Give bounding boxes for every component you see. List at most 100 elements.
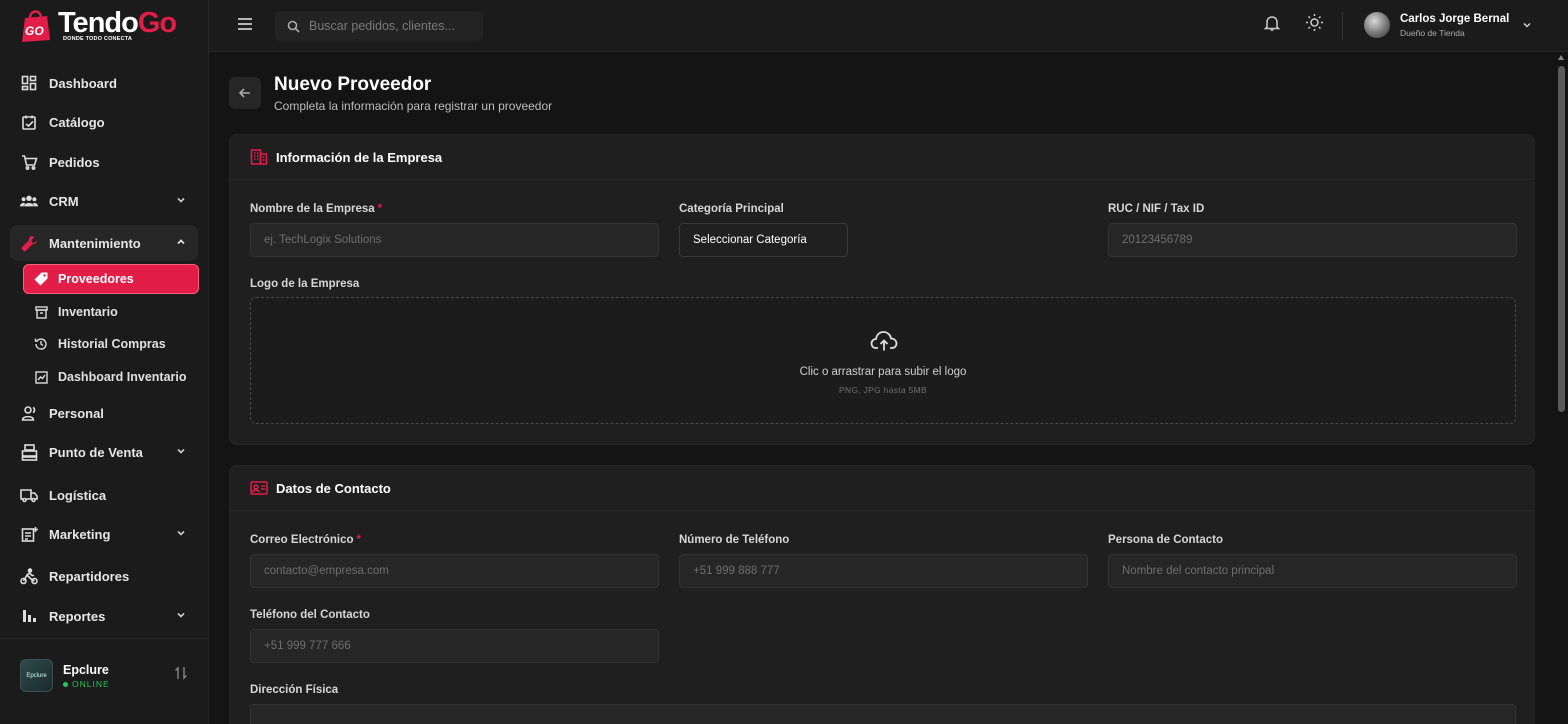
pos-icon [20, 443, 38, 461]
archive-icon [34, 305, 48, 319]
page-title: Nuevo Proveedor [274, 74, 432, 95]
chevron-down-icon[interactable] [1522, 20, 1532, 30]
status-dot [63, 681, 68, 687]
sidebar-item-reports[interactable]: Reportes [10, 598, 198, 634]
sidebar-subitem-inventory[interactable]: Inventario [23, 297, 199, 327]
chart-icon [34, 370, 48, 384]
header-divider [1342, 12, 1343, 40]
notification-bell-icon[interactable] [1263, 14, 1281, 32]
chevron-down-icon [177, 197, 185, 203]
phone-label: Número de Teléfono [679, 534, 790, 546]
card-title: Datos de Contacto [276, 480, 391, 496]
search-input[interactable] [309, 19, 479, 33]
sidebar-item-maintenance[interactable]: Mantenimiento [10, 225, 198, 261]
sidebar-subitem-suppliers[interactable]: Proveedores [23, 264, 199, 294]
company-name-input[interactable] [250, 223, 659, 257]
email-input[interactable] [250, 554, 659, 588]
search-bar[interactable] [275, 11, 483, 41]
scroll-up-arrow-icon[interactable] [1558, 55, 1564, 60]
company-name-label: Nombre de la Empresa * [250, 203, 382, 215]
logo-dropzone[interactable]: Clic o arrastrar para subir el logo PNG,… [250, 297, 1516, 424]
user-avatar[interactable] [1364, 12, 1390, 38]
address-input[interactable] [250, 704, 1516, 724]
company-name-label-text: Nombre de la Empresa [250, 203, 375, 215]
main-content: Nuevo Proveedor Completa la información … [209, 52, 1555, 724]
history-icon [34, 337, 48, 351]
card-header: Datos de Contacto [230, 466, 1534, 511]
sidebar-item-marketing[interactable]: Marketing [10, 516, 198, 552]
wrench-icon [20, 234, 38, 252]
brand-logo[interactable]: GO TendoGo DONDE TODO CONECTA [16, 6, 177, 48]
sidebar-item-dashboard[interactable]: Dashboard [10, 65, 198, 101]
sidebar-item-label: Marketing [49, 526, 111, 542]
sidebar-item-label: Reportes [49, 608, 106, 624]
sidebar-item-crm[interactable]: CRM [10, 183, 198, 219]
sidebar-subitem-label: Dashboard Inventario [58, 370, 187, 384]
swap-vertical-icon[interactable] [174, 665, 188, 681]
shopping-bag-logo-icon: GO [16, 6, 56, 46]
user-role: Dueño de Tienda [1400, 28, 1465, 38]
user-name[interactable]: Carlos Jorge Bernal [1400, 13, 1509, 25]
contact-info-card: Datos de Contacto Correo Electrónico* Nú… [229, 465, 1535, 724]
category-label: Categoría Principal [679, 203, 784, 215]
scrollbar-thumb[interactable] [1558, 66, 1565, 412]
chevron-down-icon [177, 448, 185, 454]
brand-name-part1: Tendo [58, 7, 139, 39]
back-button[interactable] [229, 77, 261, 109]
page-subtitle: Completa la información para registrar u… [274, 99, 553, 113]
logo-badge-text: GO [25, 24, 44, 38]
sidebar: GO TendoGo DONDE TODO CONECTA Dashboard … [0, 0, 209, 724]
search-icon [287, 20, 300, 33]
chevron-up-icon [177, 239, 185, 245]
sidebar-item-catalog[interactable]: Catálogo [10, 104, 198, 140]
theme-toggle-sun-icon[interactable] [1305, 13, 1324, 32]
contact-phone-label: Teléfono del Contacto [250, 609, 370, 621]
sidebar-subitem-label: Inventario [58, 305, 118, 319]
bike-icon [20, 567, 38, 585]
phone-input[interactable] [679, 554, 1088, 588]
chevron-down-icon [177, 612, 185, 618]
contact-person-label: Persona de Contacto [1108, 534, 1224, 546]
store-name: Epclure [63, 663, 109, 677]
sidebar-item-label: Logística [49, 487, 107, 503]
catalog-icon [20, 113, 38, 131]
sidebar-item-logistics[interactable]: Logística [10, 477, 198, 513]
store-avatar: Epclure [20, 659, 53, 692]
upload-text: Clic o arrastrar para subir el logo [799, 366, 967, 378]
sidebar-item-couriers[interactable]: Repartidores [10, 558, 198, 594]
chevron-down-icon [177, 530, 185, 536]
sidebar-subitem-inventory-dashboard[interactable]: Dashboard Inventario [23, 362, 199, 392]
required-mark: * [377, 203, 383, 215]
tax-id-input[interactable] [1108, 223, 1517, 257]
category-select[interactable]: Seleccionar Categoría [679, 223, 848, 257]
sidebar-item-label: Repartidores [49, 568, 130, 584]
sidebar-item-label: Catálogo [49, 114, 105, 130]
sidebar-item-label: Punto de Venta [49, 444, 143, 460]
store-avatar-text: Epclure [26, 672, 47, 679]
sidebar-item-orders[interactable]: Pedidos [10, 144, 198, 180]
store-status: ONLINE [63, 679, 110, 689]
sidebar-item-label: Personal [49, 405, 104, 421]
contact-card-icon [250, 481, 268, 495]
top-header: Carlos Jorge Bernal Dueño de Tienda [209, 0, 1568, 52]
sidebar-item-label: Mantenimiento [49, 235, 141, 251]
card-header: Información de la Empresa [230, 135, 1534, 180]
upload-hint: PNG, JPG hasta 5MB [838, 385, 928, 395]
contact-person-input[interactable] [1108, 554, 1517, 588]
sidebar-item-staff[interactable]: Personal [10, 395, 198, 431]
store-status-label: ONLINE [72, 679, 110, 689]
sidebar-item-label: Dashboard [49, 75, 117, 91]
truck-icon [20, 486, 38, 504]
contact-phone-input[interactable] [250, 629, 659, 663]
hamburger-menu-icon[interactable] [235, 14, 255, 34]
arrow-left-icon [238, 88, 250, 98]
cloud-upload-icon [870, 331, 898, 351]
logo-label: Logo de la Empresa [250, 278, 360, 290]
store-switcher[interactable]: Epclure Epclure ONLINE [0, 638, 209, 724]
cart-icon [20, 153, 38, 171]
required-mark: * [356, 534, 362, 546]
person-icon [20, 404, 38, 422]
sidebar-subitem-purchase-history[interactable]: Historial Compras [23, 329, 199, 359]
email-label: Correo Electrónico * [250, 534, 361, 546]
sidebar-item-pos[interactable]: Punto de Venta [10, 434, 198, 470]
